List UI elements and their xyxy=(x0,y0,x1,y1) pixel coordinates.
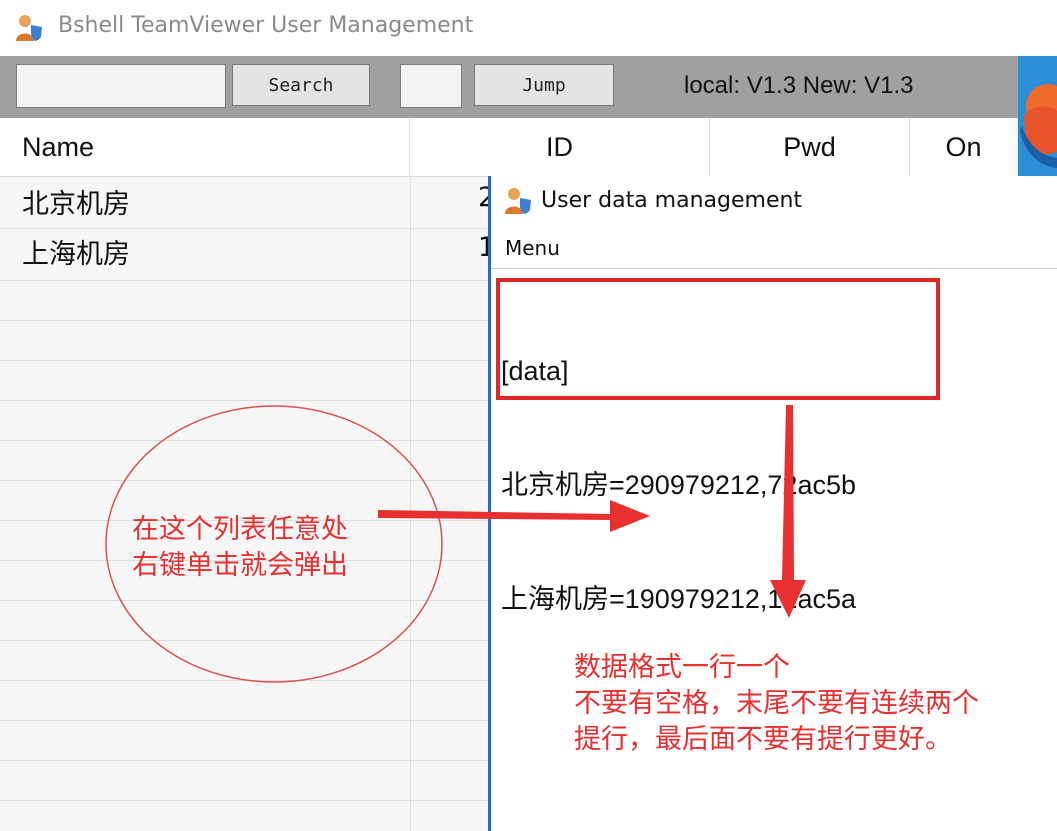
right-arrow-icon xyxy=(378,500,650,532)
main-window: Bshell TeamViewer User Management Search… xyxy=(0,0,1057,831)
annotation-text-format: 数据格式一行一个 不要有空格，末尾不要有连续两个 提行，最后面不要有提行更好。 xyxy=(574,650,979,758)
annotation-line: 在这个列表任意处 xyxy=(132,514,348,545)
annotation-line: 不要有空格，末尾不要有连续两个 xyxy=(574,688,979,719)
annotation-line: 右键单击就会弹出 xyxy=(132,550,348,581)
annotation-line: 数据格式一行一个 xyxy=(574,652,790,683)
annotation-line: 提行，最后面不要有提行更好。 xyxy=(574,724,952,755)
annotation-text-circle: 在这个列表任意处 右键单击就会弹出 xyxy=(132,512,348,584)
down-arrow-icon xyxy=(770,405,806,618)
